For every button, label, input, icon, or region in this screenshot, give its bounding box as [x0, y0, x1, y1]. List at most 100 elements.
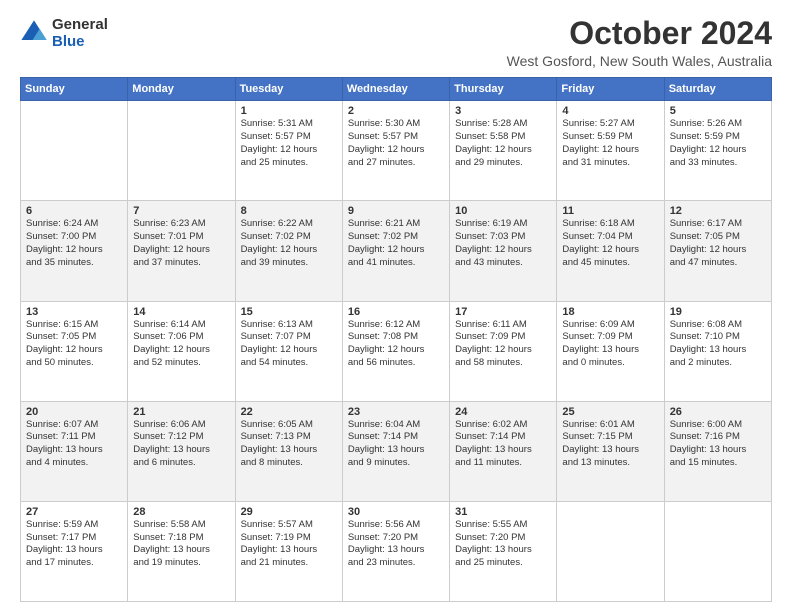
day-content-line: and 6 minutes.	[133, 457, 229, 470]
day-number: 27	[26, 506, 122, 518]
day-content-line: Sunset: 7:11 PM	[26, 431, 122, 444]
day-content-line: Sunrise: 6:05 AM	[241, 419, 337, 432]
day-content-line: Daylight: 13 hours	[348, 444, 444, 457]
day-number: 23	[348, 406, 444, 418]
day-content-line: and 11 minutes.	[455, 457, 551, 470]
day-content-line: Daylight: 13 hours	[562, 444, 658, 457]
day-content-line: Daylight: 12 hours	[455, 244, 551, 257]
day-content-line: Daylight: 12 hours	[26, 244, 122, 257]
day-content-line: Sunset: 7:01 PM	[133, 231, 229, 244]
day-content-line: Daylight: 13 hours	[26, 444, 122, 457]
calendar-cell	[557, 501, 664, 601]
day-content-line: Daylight: 12 hours	[133, 344, 229, 357]
day-content-line: Daylight: 12 hours	[26, 344, 122, 357]
calendar-cell	[128, 101, 235, 201]
day-content-line: Sunrise: 5:59 AM	[26, 519, 122, 532]
day-content-line: Daylight: 12 hours	[562, 244, 658, 257]
day-content-line: Daylight: 12 hours	[455, 344, 551, 357]
day-number: 26	[670, 406, 766, 418]
logo-text: General Blue	[52, 16, 108, 50]
day-content-line: Sunrise: 6:24 AM	[26, 218, 122, 231]
header: General Blue October 2024 West Gosford, …	[20, 16, 772, 69]
day-content-line: and 25 minutes.	[455, 557, 551, 570]
day-content-line: and 13 minutes.	[562, 457, 658, 470]
calendar-cell: 6Sunrise: 6:24 AMSunset: 7:00 PMDaylight…	[21, 201, 128, 301]
day-content-line: Sunset: 7:16 PM	[670, 431, 766, 444]
day-content-line: Sunset: 5:58 PM	[455, 131, 551, 144]
day-content-line: and 17 minutes.	[26, 557, 122, 570]
day-content-line: and 25 minutes.	[241, 157, 337, 170]
day-content-line: Sunrise: 5:57 AM	[241, 519, 337, 532]
day-content-line: and 47 minutes.	[670, 257, 766, 270]
day-number: 3	[455, 105, 551, 117]
day-content-line: Sunset: 7:20 PM	[348, 532, 444, 545]
day-content-line: and 23 minutes.	[348, 557, 444, 570]
day-number: 4	[562, 105, 658, 117]
day-content-line: Sunrise: 5:56 AM	[348, 519, 444, 532]
day-content-line: Sunset: 5:57 PM	[241, 131, 337, 144]
day-content-line: Sunrise: 6:09 AM	[562, 319, 658, 332]
day-content-line: Sunrise: 5:28 AM	[455, 118, 551, 131]
day-number: 22	[241, 406, 337, 418]
day-content-line: Sunrise: 6:01 AM	[562, 419, 658, 432]
day-number: 16	[348, 306, 444, 318]
day-content-line: Sunset: 5:59 PM	[670, 131, 766, 144]
day-content-line: and 9 minutes.	[348, 457, 444, 470]
day-content-line: Daylight: 12 hours	[348, 244, 444, 257]
day-content-line: Daylight: 13 hours	[133, 544, 229, 557]
day-number: 13	[26, 306, 122, 318]
day-content-line: Sunset: 7:03 PM	[455, 231, 551, 244]
day-number: 7	[133, 205, 229, 217]
day-number: 24	[455, 406, 551, 418]
day-content-line: Sunset: 7:10 PM	[670, 331, 766, 344]
day-content-line: Sunset: 7:19 PM	[241, 532, 337, 545]
day-number: 12	[670, 205, 766, 217]
calendar-cell: 8Sunrise: 6:22 AMSunset: 7:02 PMDaylight…	[235, 201, 342, 301]
day-content-line: and 50 minutes.	[26, 357, 122, 370]
calendar-cell: 20Sunrise: 6:07 AMSunset: 7:11 PMDayligh…	[21, 401, 128, 501]
day-content-line: Daylight: 13 hours	[133, 444, 229, 457]
calendar-cell: 9Sunrise: 6:21 AMSunset: 7:02 PMDaylight…	[342, 201, 449, 301]
day-content-line: and 4 minutes.	[26, 457, 122, 470]
calendar-cell: 23Sunrise: 6:04 AMSunset: 7:14 PMDayligh…	[342, 401, 449, 501]
title-block: October 2024 West Gosford, New South Wal…	[507, 16, 772, 69]
day-content-line: and 29 minutes.	[455, 157, 551, 170]
day-number: 18	[562, 306, 658, 318]
calendar-cell: 15Sunrise: 6:13 AMSunset: 7:07 PMDayligh…	[235, 301, 342, 401]
calendar-cell: 25Sunrise: 6:01 AMSunset: 7:15 PMDayligh…	[557, 401, 664, 501]
calendar-cell: 28Sunrise: 5:58 AMSunset: 7:18 PMDayligh…	[128, 501, 235, 601]
day-content-line: and 21 minutes.	[241, 557, 337, 570]
day-content-line: and 19 minutes.	[133, 557, 229, 570]
day-content-line: and 0 minutes.	[562, 357, 658, 370]
day-content-line: and 15 minutes.	[670, 457, 766, 470]
day-content-line: Daylight: 13 hours	[562, 344, 658, 357]
day-content-line: Daylight: 12 hours	[670, 244, 766, 257]
day-content-line: and 33 minutes.	[670, 157, 766, 170]
day-content-line: Sunset: 7:08 PM	[348, 331, 444, 344]
day-content-line: and 31 minutes.	[562, 157, 658, 170]
calendar-header-sunday: Sunday	[21, 78, 128, 101]
day-content-line: Daylight: 13 hours	[455, 444, 551, 457]
calendar-cell: 4Sunrise: 5:27 AMSunset: 5:59 PMDaylight…	[557, 101, 664, 201]
day-content-line: Sunrise: 6:12 AM	[348, 319, 444, 332]
day-content-line: Sunrise: 5:27 AM	[562, 118, 658, 131]
day-number: 19	[670, 306, 766, 318]
calendar-header-tuesday: Tuesday	[235, 78, 342, 101]
day-content-line: Sunrise: 6:19 AM	[455, 218, 551, 231]
day-number: 1	[241, 105, 337, 117]
calendar-cell: 19Sunrise: 6:08 AMSunset: 7:10 PMDayligh…	[664, 301, 771, 401]
day-content-line: and 37 minutes.	[133, 257, 229, 270]
day-number: 25	[562, 406, 658, 418]
day-content-line: Daylight: 13 hours	[26, 544, 122, 557]
day-content-line: and 58 minutes.	[455, 357, 551, 370]
day-content-line: Sunrise: 5:55 AM	[455, 519, 551, 532]
day-number: 14	[133, 306, 229, 318]
calendar-cell: 22Sunrise: 6:05 AMSunset: 7:13 PMDayligh…	[235, 401, 342, 501]
calendar-cell: 1Sunrise: 5:31 AMSunset: 5:57 PMDaylight…	[235, 101, 342, 201]
day-content-line: and 35 minutes.	[26, 257, 122, 270]
day-number: 17	[455, 306, 551, 318]
day-content-line: Sunrise: 6:23 AM	[133, 218, 229, 231]
day-content-line: Daylight: 12 hours	[241, 144, 337, 157]
calendar-header-row: SundayMondayTuesdayWednesdayThursdayFrid…	[21, 78, 772, 101]
day-content-line: Sunset: 7:17 PM	[26, 532, 122, 545]
